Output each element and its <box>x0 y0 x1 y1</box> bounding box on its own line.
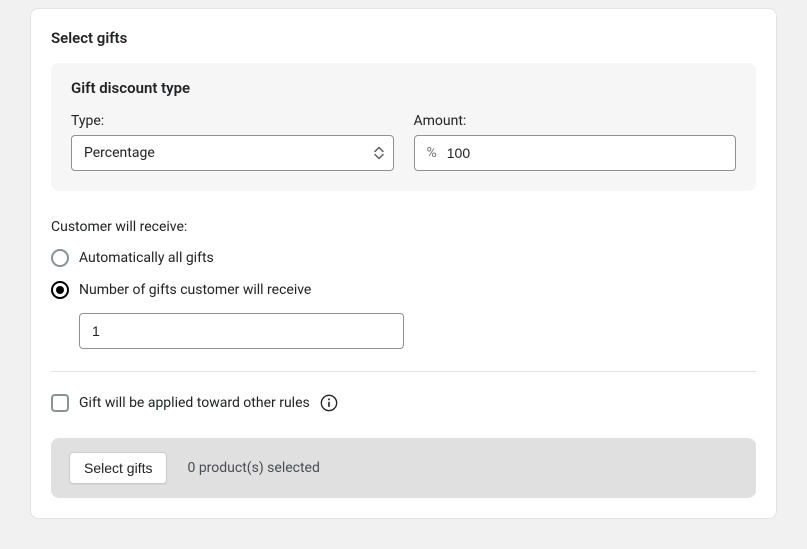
radio-all-gifts[interactable]: Automatically all gifts <box>51 249 756 267</box>
divider <box>51 371 756 372</box>
select-gifts-button[interactable]: Select gifts <box>69 452 167 484</box>
select-gifts-card: Select gifts Gift discount type Type: Pe… <box>30 8 777 519</box>
amount-col: Amount: % <box>414 113 737 171</box>
type-label: Type: <box>71 113 394 129</box>
amount-input-wrap: % <box>414 135 737 171</box>
selected-count-text: 0 product(s) selected <box>187 460 319 476</box>
radio-number-label: Number of gifts customer will receive <box>79 282 311 298</box>
type-select[interactable]: Percentage <box>71 135 394 171</box>
amount-prefix: % <box>415 145 447 161</box>
card-title: Select gifts <box>51 29 756 47</box>
amount-label: Amount: <box>414 113 737 129</box>
footer-panel: Select gifts 0 product(s) selected <box>51 438 756 498</box>
radio-icon <box>51 249 69 267</box>
info-icon[interactable] <box>320 394 338 412</box>
type-select-value: Percentage <box>84 145 155 161</box>
panel-title: Gift discount type <box>71 79 736 97</box>
type-col: Type: Percentage <box>71 113 394 171</box>
customer-receive-label: Customer will receive: <box>51 219 756 235</box>
checkbox-icon <box>51 394 69 412</box>
type-select-wrap: Percentage <box>71 135 394 171</box>
number-input-wrap <box>79 313 404 349</box>
number-input-container <box>79 313 756 349</box>
radio-icon <box>51 281 69 299</box>
apply-toward-rules-label: Gift will be applied toward other rules <box>79 395 310 411</box>
amount-input[interactable] <box>447 136 735 170</box>
number-of-gifts-input[interactable] <box>80 314 403 348</box>
radio-all-label: Automatically all gifts <box>79 250 214 266</box>
gift-discount-panel: Gift discount type Type: Percentage Amou… <box>51 63 756 191</box>
radio-number-gifts[interactable]: Number of gifts customer will receive <box>51 281 756 299</box>
discount-row: Type: Percentage Amount: % <box>71 113 736 171</box>
apply-toward-rules-row[interactable]: Gift will be applied toward other rules <box>51 394 756 412</box>
